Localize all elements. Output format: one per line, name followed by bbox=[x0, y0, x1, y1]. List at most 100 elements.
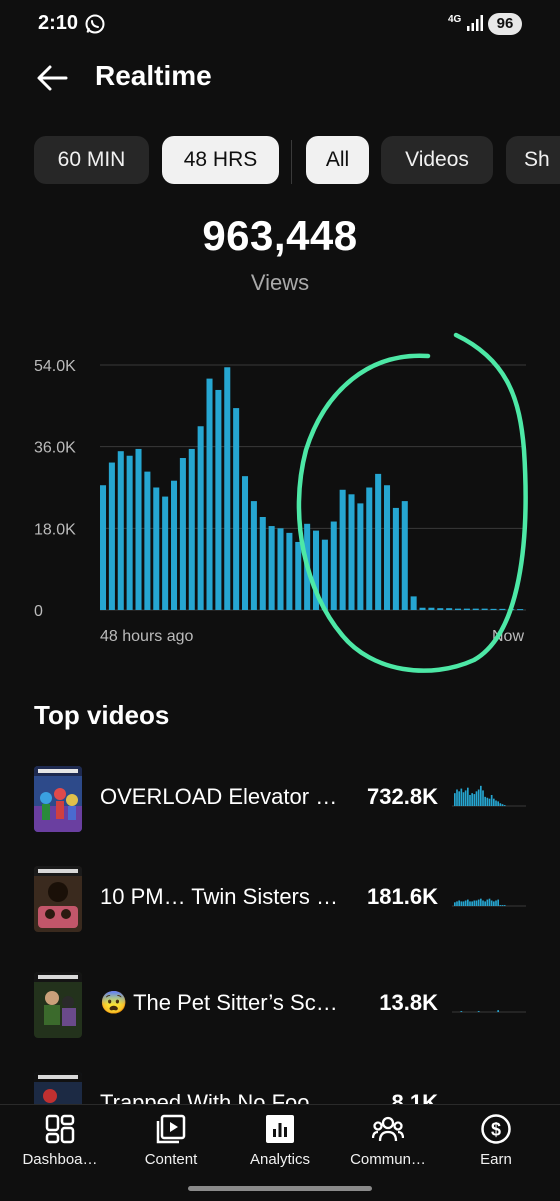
nav-content[interactable]: Content bbox=[115, 1105, 227, 1185]
chart-bar bbox=[242, 476, 249, 610]
range-chip-48hrs[interactable]: 48 HRS bbox=[162, 136, 279, 184]
sparkline-bar bbox=[499, 803, 502, 806]
video-views: 732.8K bbox=[367, 784, 438, 809]
chart-bar bbox=[215, 389, 222, 610]
sparkline-bar bbox=[490, 900, 493, 906]
chart-bar bbox=[410, 596, 417, 610]
sparkline-bar bbox=[484, 796, 486, 806]
sparkline-bar bbox=[480, 898, 482, 906]
chart-bar bbox=[188, 448, 195, 610]
video-title: 😨 The Pet Sitter’s Sc… bbox=[100, 990, 338, 1015]
sparkline-bar bbox=[495, 900, 497, 906]
sparkline-bar bbox=[458, 900, 460, 906]
sparkline-bar bbox=[462, 901, 465, 906]
chart-bar bbox=[366, 487, 373, 610]
sparkline-bar bbox=[471, 901, 473, 906]
chart-bar bbox=[490, 608, 497, 610]
back-button[interactable] bbox=[34, 62, 70, 94]
sparkline-bar bbox=[473, 794, 476, 806]
video-row[interactable]: OVERLOAD Elevator … 732.8K bbox=[0, 766, 560, 846]
video-title: 10 PM… Twin Sisters … bbox=[100, 884, 338, 909]
video-thumbnail bbox=[34, 866, 82, 932]
content-icon bbox=[156, 1114, 186, 1144]
video-row[interactable]: 10 PM… Twin Sisters … 181.6K bbox=[0, 866, 560, 946]
sparkline-bar bbox=[477, 789, 480, 806]
network-label: 4G bbox=[448, 14, 462, 25]
sparkline-bar bbox=[458, 791, 460, 806]
nav-community[interactable]: Commun… bbox=[332, 1105, 444, 1185]
sparkline-bar bbox=[486, 899, 489, 906]
chart-bar bbox=[108, 462, 115, 610]
chart-bar bbox=[144, 471, 151, 610]
chart-bar bbox=[348, 494, 355, 610]
chip-divider bbox=[291, 140, 292, 184]
sparkline-bar bbox=[490, 795, 493, 806]
chart-bar bbox=[499, 608, 506, 610]
chart-bar bbox=[295, 541, 302, 610]
chart-bar bbox=[392, 507, 399, 610]
video-row[interactable]: 😨 The Pet Sitter’s Sc… 13.8K bbox=[0, 972, 560, 1052]
sparkline-bar bbox=[454, 902, 456, 906]
type-chip-all[interactable]: All bbox=[306, 136, 369, 184]
top-videos-title: Top videos bbox=[34, 700, 170, 730]
y-tick-label: 0 bbox=[34, 603, 43, 620]
chart-bar bbox=[135, 448, 142, 610]
sparkline-bar bbox=[475, 791, 478, 806]
video-sparkline bbox=[452, 898, 526, 907]
nav-earn[interactable]: $ Earn bbox=[440, 1105, 552, 1185]
sparkline-bar bbox=[469, 795, 471, 806]
chart-bar bbox=[437, 608, 444, 610]
sparkline-bar bbox=[469, 901, 471, 906]
nav-analytics[interactable]: Analytics bbox=[224, 1105, 336, 1185]
sparkline-bar bbox=[497, 1010, 499, 1012]
chart-bar bbox=[100, 485, 107, 610]
range-chip-60min[interactable]: 60 MIN bbox=[34, 136, 149, 184]
sparkline-bar bbox=[493, 901, 495, 906]
chart-bar bbox=[472, 608, 479, 610]
status-time: 2:10 bbox=[38, 12, 79, 34]
sparkline-bar bbox=[477, 1011, 480, 1012]
signal-icon bbox=[467, 15, 483, 31]
video-sparkline bbox=[452, 1010, 526, 1013]
type-chip-shorts[interactable]: Sh bbox=[506, 136, 560, 184]
chart-bar bbox=[330, 521, 337, 610]
y-tick-label: 18.0K bbox=[34, 521, 76, 538]
sparkline-bar bbox=[486, 797, 489, 806]
whatsapp-icon bbox=[85, 14, 105, 34]
video-views: 181.6K bbox=[367, 884, 438, 909]
sparkline-bar bbox=[484, 901, 486, 906]
sparkline-bar bbox=[456, 901, 458, 906]
sparkline-bar bbox=[462, 792, 465, 806]
analytics-icon bbox=[266, 1115, 294, 1143]
chart-bar bbox=[357, 503, 364, 610]
chart-bar bbox=[481, 608, 488, 610]
chart-bar bbox=[250, 501, 257, 610]
y-tick-label: 54.0K bbox=[34, 358, 76, 375]
chart-bar bbox=[171, 480, 178, 610]
chart-bar bbox=[339, 489, 346, 610]
nav-label: Dashboa… bbox=[22, 1151, 98, 1168]
chart-bar bbox=[233, 408, 240, 610]
sparkline-bar bbox=[464, 900, 467, 906]
chart-bar bbox=[419, 607, 426, 610]
sparkline-bar bbox=[460, 788, 463, 806]
video-thumbnail bbox=[34, 766, 82, 832]
annotation-circle bbox=[296, 332, 528, 673]
chart-bar bbox=[428, 607, 435, 610]
sparkline-bar bbox=[456, 789, 458, 806]
community-icon bbox=[372, 1116, 404, 1142]
chart-bar bbox=[375, 473, 382, 610]
chart-bar bbox=[206, 378, 213, 610]
sparkline-bar bbox=[497, 899, 499, 906]
sparkline-bar bbox=[467, 899, 469, 906]
chart-bar bbox=[179, 458, 186, 610]
chart-bar bbox=[517, 609, 524, 611]
nav-label: Commun… bbox=[350, 1151, 426, 1168]
type-chip-videos[interactable]: Videos bbox=[381, 136, 493, 184]
chart-bar bbox=[197, 426, 204, 610]
earn-icon: $ bbox=[481, 1114, 511, 1144]
nav-dashboard[interactable]: Dashboa… bbox=[4, 1105, 116, 1185]
dashboard-icon bbox=[45, 1114, 75, 1144]
video-views: 13.8K bbox=[379, 990, 438, 1015]
chart-bar bbox=[463, 608, 470, 610]
